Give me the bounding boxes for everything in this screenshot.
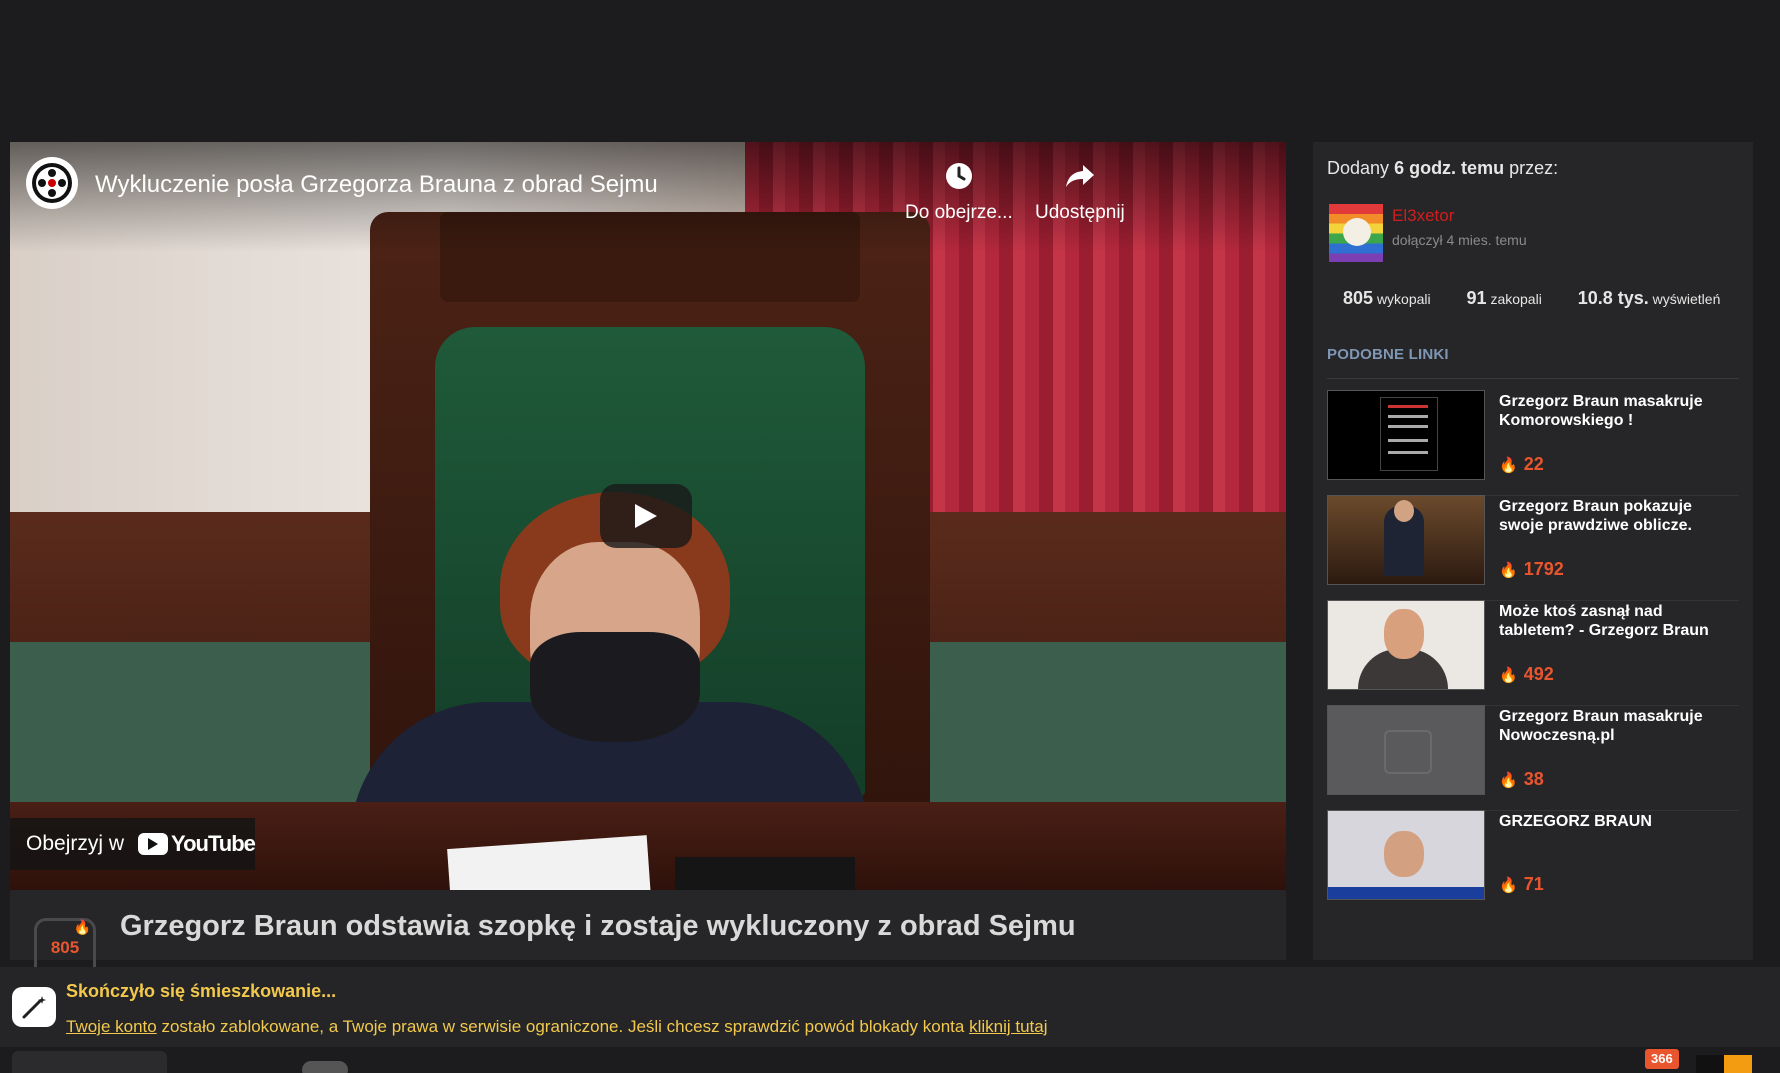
- flame-icon: 🔥: [73, 919, 91, 935]
- share-arrow-icon: [1065, 165, 1094, 187]
- youtube-logo: YouTube: [138, 831, 256, 857]
- stat-value: 10.8 tys.: [1577, 288, 1649, 308]
- added-time: 6 godz. temu: [1394, 158, 1505, 178]
- stat-zakopali: 91 zakopali: [1466, 288, 1542, 308]
- similar-link-title[interactable]: Grzegorz Braun pokazuje swoje prawdziwe …: [1499, 497, 1739, 535]
- similar-link-votes: 🔥 22: [1499, 454, 1544, 475]
- similar-link-thumbnail[interactable]: [1327, 705, 1485, 795]
- link-stats: 805 wykopali 91 zakopali 10.8 tys. wyświ…: [1343, 288, 1752, 309]
- avatar-image: [1343, 218, 1371, 246]
- similar-link-item[interactable]: Grzegorz Braun masakruje Nowoczesną.pl 🔥…: [1327, 705, 1739, 811]
- similar-link-thumbnail[interactable]: [1327, 600, 1485, 690]
- wykop-icon: 🔥: [1499, 667, 1518, 684]
- added-info: Dodany 6 godz. temu przez:: [1327, 158, 1558, 179]
- similar-link-count: 71: [1523, 874, 1544, 894]
- youtube-play-icon: [138, 833, 169, 855]
- watch-later-label: Do obejrze...: [905, 202, 1013, 223]
- notice-message: Twoje konto zostało zablokowane, a Twoje…: [66, 1017, 1047, 1037]
- bottom-nav: 366: [0, 1047, 1780, 1073]
- magic-wand-icon: [12, 987, 56, 1027]
- similar-link-item[interactable]: GRZEGORZ BRAUN 🔥 71: [1327, 810, 1739, 908]
- similar-link-count: 22: [1523, 454, 1544, 474]
- video-scene-monitor: [675, 857, 855, 890]
- play-button[interactable]: [600, 484, 692, 548]
- notice-heading: Skończyło się śmieszkowanie...: [66, 981, 337, 1001]
- notice-text: zostało zablokowane, a Twoje prawa w ser…: [156, 1017, 970, 1036]
- stat-value: 805: [1343, 288, 1374, 308]
- clock-icon: [945, 163, 972, 189]
- film-reel-icon: [32, 163, 72, 203]
- link-header: 🔥 805 Grzegorz Braun odstawia szopkę i z…: [10, 890, 1286, 974]
- vote-button[interactable]: 🔥 805: [34, 918, 96, 974]
- nav-count-badge: [302, 1061, 348, 1073]
- added-suffix: przez:: [1509, 158, 1559, 178]
- joined-date: dołączył 4 mies. temu: [1392, 232, 1527, 248]
- added-by-panel: Dodany 6 godz. temu przez: El3xetor dołą…: [1313, 142, 1753, 330]
- watch-on-youtube-button[interactable]: Obejrzyj w YouTube: [10, 818, 256, 870]
- similar-link-votes: 🔥 492: [1499, 664, 1554, 685]
- similar-link-count: 38: [1523, 769, 1544, 789]
- share-label: Udostępnij: [1035, 202, 1125, 223]
- wykop-icon: 🔥: [1499, 772, 1518, 789]
- stat-views: 10.8 tys. wyświetleń: [1577, 288, 1721, 308]
- stat-value: 91: [1466, 288, 1487, 308]
- similar-link-title[interactable]: Grzegorz Braun masakruje Nowoczesną.pl: [1499, 707, 1739, 745]
- similar-link-title[interactable]: GRZEGORZ BRAUN: [1499, 812, 1739, 831]
- similar-link-votes: 🔥 71: [1499, 874, 1544, 895]
- youtube-wordmark: YouTube: [171, 831, 256, 856]
- share-button[interactable]: Udostępnij: [1035, 160, 1125, 224]
- similar-link-count: 492: [1523, 664, 1554, 684]
- video-player[interactable]: Wykluczenie posła Grzegorza Brauna z obr…: [10, 142, 1286, 890]
- wykop-icon: 🔥: [1499, 457, 1518, 474]
- stat-label: wyświetleń: [1652, 291, 1721, 307]
- similar-link-item[interactable]: Grzegorz Braun masakruje Komorowskiego !…: [1327, 390, 1739, 496]
- stat-label: zakopali: [1490, 291, 1542, 307]
- similar-links-panel: PODOBNE LINKI Grzegorz Braun masakruje K…: [1313, 330, 1753, 960]
- site-logo[interactable]: [12, 1051, 167, 1073]
- similar-link-count: 1792: [1523, 559, 1564, 579]
- similar-link-votes: 🔥 38: [1499, 769, 1544, 790]
- similar-link-item[interactable]: Grzegorz Braun pokazuje swoje prawdziwe …: [1327, 495, 1739, 601]
- similar-link-thumbnail[interactable]: [1327, 810, 1485, 900]
- similar-link-item[interactable]: Może ktoś zasnął nad tabletem? - Grzegor…: [1327, 600, 1739, 706]
- account-link[interactable]: Twoje konto: [66, 1017, 157, 1036]
- similar-link-thumbnail[interactable]: [1327, 390, 1485, 480]
- notifications-badge[interactable]: 366: [1645, 1049, 1679, 1069]
- user-avatar[interactable]: [1696, 1055, 1752, 1073]
- link-title[interactable]: Grzegorz Braun odstawia szopkę i zostaje…: [120, 910, 1076, 943]
- similar-link-votes: 🔥 1792: [1499, 559, 1564, 580]
- similar-links-heading: PODOBNE LINKI: [1327, 346, 1449, 363]
- similar-link-title[interactable]: Może ktoś zasnął nad tabletem? - Grzegor…: [1499, 602, 1739, 640]
- wykop-icon: 🔥: [1499, 877, 1518, 894]
- check-block-reason-link[interactable]: kliknij tutaj: [969, 1017, 1047, 1036]
- watch-later-button[interactable]: Do obejrze...: [905, 160, 1013, 224]
- avatar[interactable]: [1329, 204, 1383, 262]
- top-bar: [0, 0, 1780, 142]
- play-icon: [635, 504, 657, 528]
- similar-link-thumbnail[interactable]: [1327, 495, 1485, 585]
- video-title[interactable]: Wykluczenie posła Grzegorza Brauna z obr…: [95, 171, 658, 199]
- divider: [1327, 378, 1739, 379]
- similar-link-title[interactable]: Grzegorz Braun masakruje Komorowskiego !: [1499, 392, 1739, 430]
- watch-on-label: Obejrzyj w: [26, 832, 125, 855]
- stat-wykopali: 805 wykopali: [1343, 288, 1431, 308]
- vote-count: 805: [50, 937, 80, 957]
- video-scene-person-mask: [530, 632, 700, 742]
- stat-label: wykopali: [1376, 291, 1431, 307]
- added-prefix: Dodany: [1327, 158, 1390, 178]
- flame-icon: 🔥: [1499, 562, 1518, 579]
- channel-logo[interactable]: [26, 157, 78, 209]
- username-link[interactable]: El3xetor: [1392, 206, 1454, 226]
- account-blocked-notice: Skończyło się śmieszkowanie... Twoje kon…: [0, 967, 1780, 1047]
